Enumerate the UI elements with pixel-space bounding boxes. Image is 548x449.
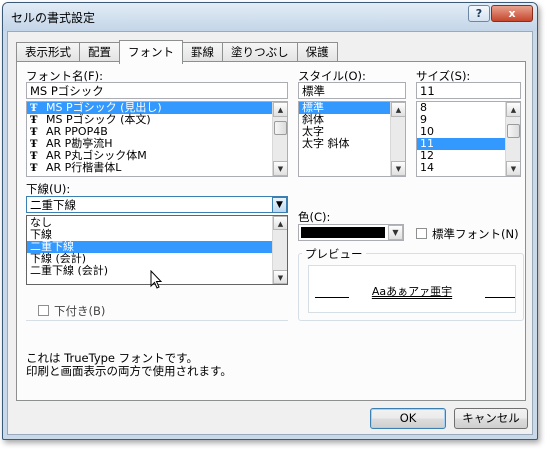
scroll-thumb[interactable] [507,124,520,138]
font-name-list-item-label: AR P行楷書体L [46,161,122,174]
style-list-item[interactable]: 太字 斜体 [299,138,391,150]
font-list-scrollbar[interactable]: ▲ ▼ [272,102,287,176]
preview-label: プレビュー [302,246,366,262]
style-input[interactable]: 標準 [298,82,406,99]
close-button[interactable]: x [491,5,533,22]
title-bar[interactable]: セルの書式設定 ? x [3,3,537,31]
tab-protection[interactable]: 保護 [296,42,338,63]
effects-group-border [26,320,288,321]
tab-number-format[interactable]: 表示形式 [16,42,80,63]
ok-button[interactable]: OK [370,408,446,429]
color-swatch [301,227,385,238]
info-line-2: 印刷と画面表示の両方で使用されます。 [26,364,232,378]
tab-alignment[interactable]: 配置 [79,42,120,63]
tab-border[interactable]: 罫線 [182,42,223,63]
size-list-scrollbar[interactable]: ▲ ▼ [505,102,520,176]
scroll-down-arrow-icon[interactable]: ▼ [506,161,520,176]
dialog-body: 表示形式 配置 フォント 罫線 塗りつぶし 保護 フォント名(F): MS Pゴ… [7,31,533,435]
normal-font-checkbox[interactable] [416,228,427,239]
help-button[interactable]: ? [468,5,490,22]
chevron-down-icon: ▼ [392,228,399,237]
preview-sample-text: Aaあぁアァ亜宇 [371,285,453,298]
style-list[interactable]: 標準 斜体 太字 太字 斜体 ▲ ▼ [298,101,406,177]
size-list[interactable]: 8 9 10 11 12 14 ▲ ▼ [416,101,521,177]
size-list-item[interactable]: 8 [417,102,505,114]
scroll-down-arrow-icon[interactable]: ▼ [273,270,287,284]
underline-list-scrollbar[interactable]: ▲ ▼ [272,216,287,284]
size-input[interactable]: 11 [416,82,521,99]
underline-option[interactable]: なし [27,217,272,229]
tab-strip: 表示形式 配置 フォント 罫線 塗りつぶし 保護 [16,40,338,64]
format-cells-dialog: セルの書式設定 ? x 表示形式 配置 フォント 罫線 塗りつぶし 保護 フォン… [2,2,538,440]
style-list-scrollbar[interactable]: ▲ ▼ [390,102,405,176]
scroll-down-arrow-icon[interactable]: ▼ [273,161,287,176]
underline-label: 下線(U): [26,182,71,196]
font-tab-page: フォント名(F): MS Pゴシック Ŧ MS Pゴシック (見出し) Ŧ MS Pゴ… [16,61,526,401]
preview-box: Aaあぁアァ亜宇 [308,265,516,313]
normal-font-label: 標準フォント(N) [432,227,519,241]
font-name-list-item[interactable]: Ŧ AR P行楷書体L [27,161,272,175]
scroll-up-arrow-icon[interactable]: ▲ [391,102,405,117]
scroll-up-arrow-icon[interactable]: ▲ [273,102,287,117]
close-icon: x [508,7,516,20]
cancel-button[interactable]: キャンセル [454,408,528,429]
subscript-label: 下付き(B) [54,304,106,318]
tab-fill[interactable]: 塗りつぶし [222,42,298,63]
tab-font[interactable]: フォント [119,40,183,64]
scroll-up-arrow-icon[interactable]: ▲ [273,216,287,230]
style-list-item-label: 太字 斜体 [302,137,350,150]
scroll-down-arrow-icon[interactable]: ▼ [391,161,405,176]
size-list-item[interactable]: 14 [417,162,505,174]
scroll-up-arrow-icon[interactable]: ▲ [506,102,520,117]
subscript-checkbox[interactable] [38,305,49,316]
color-dropdown-button[interactable]: ▼ [388,225,403,240]
size-list-item-label: 14 [420,161,434,174]
dialog-title: セルの書式設定 [11,11,96,25]
help-icon: ? [475,7,483,20]
mouse-cursor-icon [150,270,163,289]
scroll-thumb[interactable] [274,121,287,135]
color-label: 色(C): [298,210,331,224]
font-name-list[interactable]: Ŧ MS Pゴシック (見出し) Ŧ MS Pゴシック (本文) Ŧ AR PPOP4B Ŧ… [26,101,288,177]
underline-select[interactable]: 二重下線 [26,196,288,213]
underline-dropdown-button[interactable]: ▼ [272,197,287,213]
truetype-font-icon: Ŧ [30,163,38,174]
font-name-input[interactable]: MS Pゴシック [26,82,288,99]
chevron-down-icon: ▼ [276,200,283,210]
